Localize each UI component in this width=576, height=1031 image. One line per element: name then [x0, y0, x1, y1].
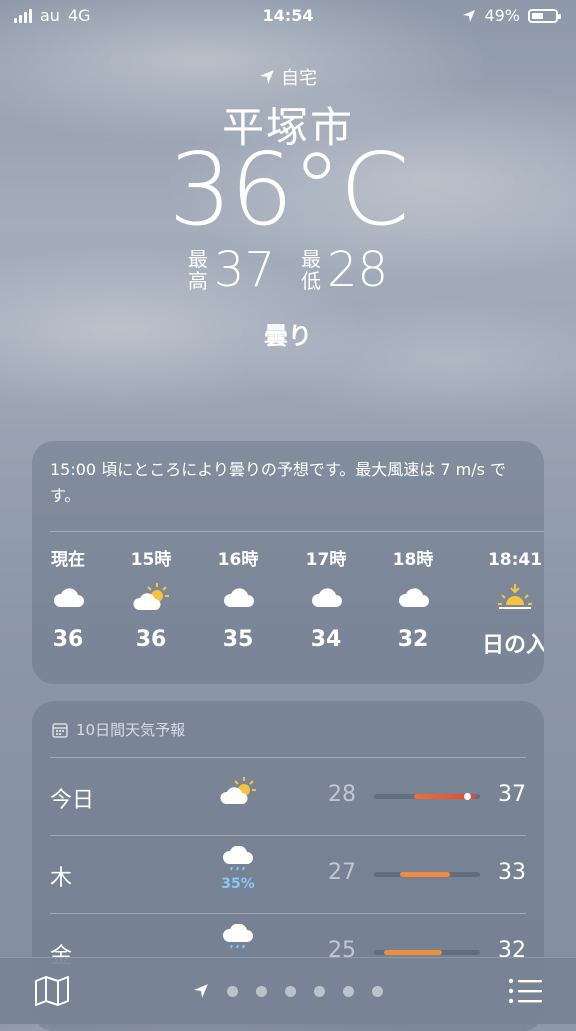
rain-cloud-icon: [222, 923, 253, 949]
cloud-icon: [398, 588, 429, 607]
battery-percent: 49%: [484, 6, 520, 25]
page-dot[interactable]: [343, 985, 354, 997]
cloud-icon: [53, 588, 84, 607]
status-bar: au 4G 14:54 49%: [0, 0, 576, 32]
hour-temp: 32: [397, 627, 429, 652]
card-header: 10日間天気予報: [52, 719, 185, 740]
location-arrow-icon: [463, 9, 476, 22]
high-value: 37: [213, 242, 275, 298]
hour-item: 15時 36: [111, 543, 191, 652]
high-temp: 33: [498, 860, 526, 885]
hour-item: 18時 32: [373, 543, 453, 652]
current-temperature: 36°C: [168, 131, 409, 248]
high-label-2: 高: [187, 269, 208, 293]
high-temp: 最高 37: [188, 246, 275, 294]
cloud-icon: [223, 588, 254, 607]
hour-temp: 36: [135, 627, 167, 652]
hour-temp: 34: [310, 627, 342, 652]
divider: [50, 531, 544, 532]
hour-temp: 35: [222, 627, 254, 652]
temp-range-bar: [374, 793, 480, 800]
page-indicator[interactable]: [0, 983, 576, 999]
hour-time: 17時: [305, 550, 347, 570]
partly-sunny-icon: [133, 583, 169, 610]
page-dot[interactable]: [314, 985, 325, 997]
forecast-row[interactable]: 木 35% 27 33: [50, 835, 526, 914]
temp-range-bar: [374, 950, 480, 955]
condition-label: 曇り: [264, 322, 312, 350]
high-low: 最高 37 最低 28: [0, 246, 576, 294]
hour-item: 17時 34: [286, 543, 366, 652]
hour-item: 16時 35: [198, 543, 278, 652]
list-icon: [508, 978, 542, 1004]
hour-item: 18:41 日の入: [475, 543, 544, 659]
precip-chance: 35%: [221, 876, 255, 892]
high-temp: 37: [498, 782, 526, 807]
day-label: 木: [50, 866, 73, 891]
hour-temp: 日の入: [481, 633, 544, 658]
hour-temp: 36: [52, 627, 84, 652]
partly-sunny-icon: [220, 777, 256, 804]
hour-item: 現在 36: [32, 543, 108, 652]
sunset-icon: [498, 584, 532, 609]
temp-range-fill: [384, 950, 442, 955]
hour-time: 18時: [392, 550, 434, 570]
low-temp: 最低 28: [301, 246, 388, 294]
low-temp: 28: [328, 782, 356, 807]
cloud-icon: [311, 588, 342, 607]
low-temp: 27: [328, 860, 356, 885]
bottom-toolbar: [0, 957, 576, 1024]
hour-time: 15時: [130, 550, 172, 570]
hour-time: 16時: [217, 550, 259, 570]
hourly-forecast-card[interactable]: 15:00 頃にところにより曇りの予想です。最大風速は 7 m/s です。 現在…: [32, 441, 544, 684]
low-label-1: 最: [301, 247, 321, 271]
forecast-row[interactable]: 今日 28 37: [50, 757, 526, 836]
rain-cloud-icon: [222, 845, 253, 871]
temp-range-bar: [374, 872, 480, 877]
current-temp-dot: [464, 793, 471, 800]
low-value: 28: [327, 242, 389, 298]
hour-time: 現在: [51, 550, 85, 570]
location-row: 自宅: [0, 64, 576, 90]
temp-range-fill: [400, 872, 450, 877]
hour-time: 18:41: [487, 550, 543, 570]
current-location-page-icon[interactable]: [193, 983, 209, 999]
page-dot[interactable]: [227, 985, 238, 997]
calendar-icon: [52, 722, 68, 738]
page-dot[interactable]: [372, 985, 383, 997]
high-label-1: 最: [187, 247, 208, 271]
low-label-2: 低: [301, 269, 321, 293]
card-title: 10日間天気予報: [76, 721, 186, 739]
page-dot[interactable]: [285, 985, 296, 997]
battery-icon: [528, 8, 561, 23]
page-dot[interactable]: [256, 985, 267, 997]
location-list-button[interactable]: [508, 978, 542, 1008]
location-arrow-icon: [260, 70, 274, 84]
hourly-scroller[interactable]: 現在 36 15時 36 16時 35 17時 34 18時 32 18:41 …: [32, 543, 544, 673]
day-label: 今日: [50, 788, 95, 813]
forecast-summary: 15:00 頃にところにより曇りの予想です。最大風速は 7 m/s です。: [50, 460, 507, 505]
location-label: 自宅: [281, 68, 317, 89]
